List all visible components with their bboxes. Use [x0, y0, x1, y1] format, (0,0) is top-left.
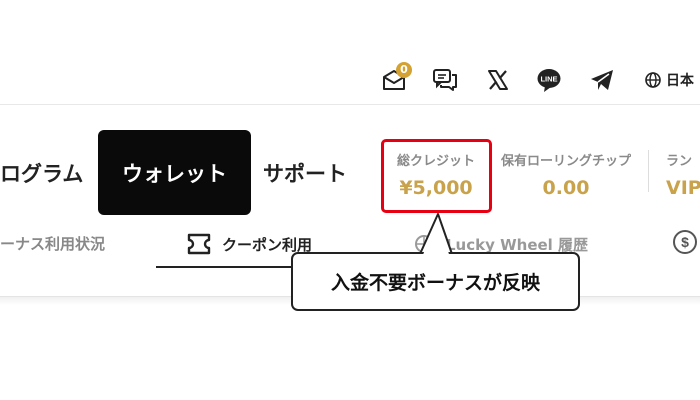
mail-icon[interactable]: 0 [380, 62, 412, 94]
rank-stat: ラン VIP [666, 150, 700, 199]
language-selector[interactable]: 日本 [645, 70, 694, 90]
nav-tab-program[interactable]: ログラム [0, 158, 83, 188]
svg-text:LINE: LINE [540, 75, 557, 84]
rolling-chip-value: 0.00 [542, 177, 590, 199]
globe-icon [645, 72, 661, 88]
language-label: 日本 [666, 73, 694, 89]
stat-divider [648, 150, 649, 192]
rolling-chip-label: 保有ローリングチップ [500, 154, 631, 169]
callout-tail [419, 213, 453, 255]
svg-text:$: $ [681, 234, 689, 250]
ticket-icon [187, 233, 211, 255]
x-icon[interactable] [484, 66, 512, 94]
rank-label: ラン [666, 154, 693, 169]
chat-icon[interactable] [431, 66, 459, 94]
telegram-icon[interactable] [588, 66, 616, 94]
nav-tab-support[interactable]: サポート [263, 158, 347, 188]
subtab-bonus-label: ーナス利用状況 [0, 235, 106, 253]
line-icon[interactable]: LINE [535, 66, 563, 94]
subtab-coupon[interactable]: クーポン利用 [186, 233, 312, 255]
top-utility-bar: 0 LINE 日本 [0, 0, 700, 104]
subtab-bonus-usage[interactable]: ーナス利用状況 [0, 233, 105, 254]
header-divider [0, 104, 700, 105]
nav-tab-wallet-label: ウォレット [122, 161, 227, 186]
subtab-dollar[interactable]: $ [672, 229, 698, 255]
mail-badge: 0 [396, 62, 412, 78]
highlight-box [381, 139, 492, 213]
dollar-icon: $ [673, 230, 697, 254]
nav-tab-wallet[interactable]: ウォレット [98, 130, 251, 215]
callout-annotation: 入金不要ボーナスが反映 [291, 252, 580, 311]
rank-value: VIP [666, 177, 700, 199]
rolling-chip-stat: 保有ローリングチップ 0.00 [494, 150, 638, 199]
callout-text: 入金不要ボーナスが反映 [330, 272, 540, 294]
